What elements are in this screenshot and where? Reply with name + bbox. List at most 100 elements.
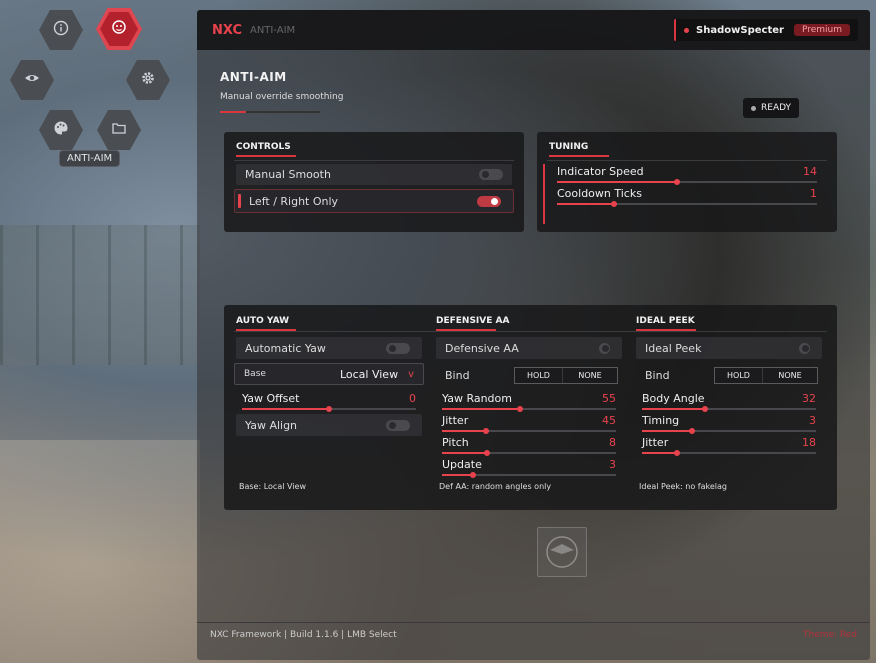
manual-smooth-row[interactable]: Manual Smooth xyxy=(236,164,512,185)
skins-hex-button[interactable] xyxy=(39,110,83,150)
body-angle-knob[interactable] xyxy=(701,406,708,412)
defensive-bind-selector[interactable]: HOLD NONE xyxy=(514,367,618,384)
update-slider[interactable]: Update 3 xyxy=(442,458,616,478)
window-subtitle: ANTI-AIM xyxy=(249,24,296,36)
body-angle-track[interactable] xyxy=(642,406,816,412)
pitch-label: Pitch xyxy=(442,436,469,449)
yaw-offset-slider[interactable]: Yaw Offset 0 xyxy=(242,392,416,412)
yaw-random-knob[interactable] xyxy=(517,406,524,412)
yaw-align-label: Yaw Align xyxy=(245,418,298,432)
ideal-peek-row[interactable]: Ideal Peek xyxy=(636,337,822,359)
left-right-only-toggle[interactable] xyxy=(477,195,501,207)
ideal-peek-note: Ideal Peek: no fakelag xyxy=(639,482,727,491)
eye-icon xyxy=(24,70,40,90)
main-window: NXC ANTI-AIM ShadowSpecter Premium ANTI-… xyxy=(197,10,870,660)
footer-theme: Theme: Red xyxy=(802,630,857,640)
timing-label: Timing xyxy=(642,414,680,427)
page-title-underline xyxy=(220,111,320,113)
automatic-yaw-row[interactable]: Automatic Yaw xyxy=(236,337,422,359)
base-value: Local View xyxy=(339,367,399,381)
cooldown-ticks-fill xyxy=(557,203,615,205)
update-track[interactable] xyxy=(442,472,616,478)
defensive-aa-label: Defensive AA xyxy=(445,341,519,355)
status-badge: READY xyxy=(743,98,800,118)
tuning-accent-bar xyxy=(543,164,545,224)
defensive-bind-none[interactable]: NONE xyxy=(563,368,617,383)
ideal-peek-toggle[interactable] xyxy=(799,342,810,354)
configs-hex-button[interactable] xyxy=(97,110,141,150)
timing-track[interactable] xyxy=(642,428,816,434)
automatic-yaw-toggle[interactable] xyxy=(386,342,410,354)
update-label: Update xyxy=(442,458,482,471)
cooldown-ticks-knob[interactable] xyxy=(611,201,618,207)
anti-aim-hex-button[interactable] xyxy=(96,8,142,50)
base-select[interactable]: Base Local View v xyxy=(234,363,424,385)
defensive-aa-note: Def AA: random angles only xyxy=(439,482,552,491)
ideal-bind-selector[interactable]: HOLD NONE xyxy=(714,367,818,384)
timing-slider[interactable]: Timing 3 xyxy=(642,414,816,434)
defensive-aa-toggle[interactable] xyxy=(599,342,610,354)
user-chip[interactable]: ShadowSpecter Premium xyxy=(674,19,858,41)
status-dot-icon xyxy=(751,105,756,111)
defensive-jitter-slider[interactable]: Jitter 45 xyxy=(442,414,616,434)
update-knob[interactable] xyxy=(470,472,477,478)
ideal-jitter-track[interactable] xyxy=(642,450,816,456)
indicator-speed-knob[interactable] xyxy=(673,179,680,185)
yaw-offset-track[interactable] xyxy=(242,406,416,412)
premium-badge: Premium xyxy=(793,24,850,36)
timing-knob[interactable] xyxy=(689,428,696,434)
controls-panel: CONTROLS Manual Smooth Left / Right Only xyxy=(224,132,524,232)
anti-aim-options-panel: AUTO YAW Automatic Yaw Base Local View v… xyxy=(224,305,837,510)
timing-fill xyxy=(642,430,693,432)
pitch-track[interactable] xyxy=(442,450,616,456)
page-subtitle: Manual override smoothing xyxy=(220,92,344,102)
ideal-jitter-fill xyxy=(642,452,677,454)
title-bar: NXC ANTI-AIM ShadowSpecter Premium xyxy=(197,10,870,50)
auto-yaw-note: Base: Local View xyxy=(239,482,306,491)
ideal-jitter-knob[interactable] xyxy=(673,450,680,456)
defensive-jitter-track[interactable] xyxy=(442,428,616,434)
body-angle-label: Body Angle xyxy=(642,392,705,405)
tuning-panel: TUNING Indicator Speed 14 Cooldown Ticks… xyxy=(537,132,837,232)
yaw-random-slider[interactable]: Yaw Random 55 xyxy=(442,392,616,412)
palette-icon xyxy=(53,120,69,140)
ideal-jitter-slider[interactable]: Jitter 18 xyxy=(642,436,816,456)
manual-smooth-toggle[interactable] xyxy=(479,169,503,180)
gear-icon xyxy=(140,70,156,90)
settings-hex-button[interactable] xyxy=(126,60,170,100)
indicator-speed-track[interactable] xyxy=(557,179,817,185)
cooldown-ticks-track[interactable] xyxy=(557,201,817,207)
selected-indicator xyxy=(238,194,241,208)
yaw-offset-knob[interactable] xyxy=(326,406,332,412)
pitch-knob[interactable] xyxy=(484,450,491,456)
indicator-speed-value: 14 xyxy=(803,165,817,178)
active-section-tooltip: ANTI-AIM xyxy=(59,150,121,167)
auto-yaw-heading: AUTO YAW xyxy=(236,316,297,331)
yaw-offset-value: 0 xyxy=(409,392,416,405)
ideal-bind-none[interactable]: NONE xyxy=(763,368,817,383)
controls-divider xyxy=(234,160,514,161)
yaw-random-track[interactable] xyxy=(442,406,616,412)
ideal-bind-hold[interactable]: HOLD xyxy=(715,368,763,383)
yaw-align-toggle[interactable] xyxy=(386,419,410,431)
app-logo: NXC xyxy=(212,22,242,38)
yaw-align-row[interactable]: Yaw Align xyxy=(236,414,422,436)
username: ShadowSpecter xyxy=(696,24,784,36)
indicator-speed-label: Indicator Speed xyxy=(557,165,644,178)
info-hex-button[interactable] xyxy=(39,10,83,50)
info-icon xyxy=(53,20,69,40)
defensive-jitter-knob[interactable] xyxy=(482,428,489,434)
defensive-bind-label: Bind xyxy=(445,368,470,382)
anti-aim-icon xyxy=(111,19,127,39)
cooldown-ticks-slider[interactable]: Cooldown Ticks 1 xyxy=(557,187,817,207)
defensive-aa-row[interactable]: Defensive AA xyxy=(436,337,622,359)
options-divider xyxy=(234,331,827,332)
visuals-hex-button[interactable] xyxy=(10,60,54,100)
timing-value: 3 xyxy=(809,414,816,427)
ideal-peek-label: Ideal Peek xyxy=(645,341,702,355)
left-right-only-row[interactable]: Left / Right Only xyxy=(234,189,514,213)
pitch-slider[interactable]: Pitch 8 xyxy=(442,436,616,456)
indicator-speed-slider[interactable]: Indicator Speed 14 xyxy=(557,165,817,185)
body-angle-slider[interactable]: Body Angle 32 xyxy=(642,392,816,412)
defensive-bind-hold[interactable]: HOLD xyxy=(515,368,563,383)
